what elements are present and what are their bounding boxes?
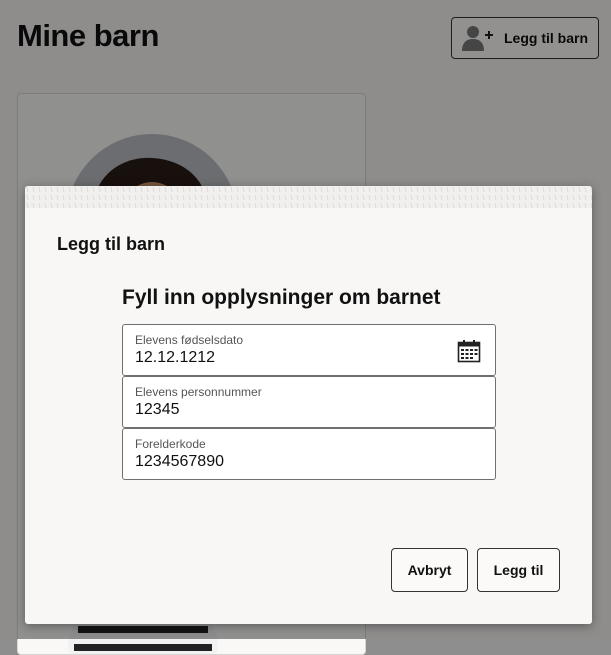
parent-code-label: Forelderkode: [135, 437, 206, 451]
modal-header-texture: [25, 186, 592, 208]
dialog-title: Legg til barn: [57, 234, 165, 254]
personal-number-label: Elevens personnummer: [135, 385, 262, 399]
parent-code-input[interactable]: [135, 453, 435, 471]
form-heading: Fyll inn opplysninger om barnet: [122, 286, 441, 309]
submit-button[interactable]: Legg til: [477, 548, 560, 592]
birthdate-input[interactable]: [135, 349, 435, 367]
parent-code-field[interactable]: Forelderkode: [122, 428, 496, 480]
calendar-icon[interactable]: [457, 339, 481, 363]
personal-number-field[interactable]: Elevens personnummer: [122, 376, 496, 428]
birthdate-label: Elevens fødselsdato: [135, 333, 244, 347]
add-child-dialog: Legg til barn Fyll inn opplysninger om b…: [25, 186, 592, 624]
personal-number-input[interactable]: [135, 401, 435, 419]
cancel-button[interactable]: Avbryt: [391, 548, 468, 592]
birthdate-field[interactable]: Elevens fødselsdato: [122, 324, 496, 376]
